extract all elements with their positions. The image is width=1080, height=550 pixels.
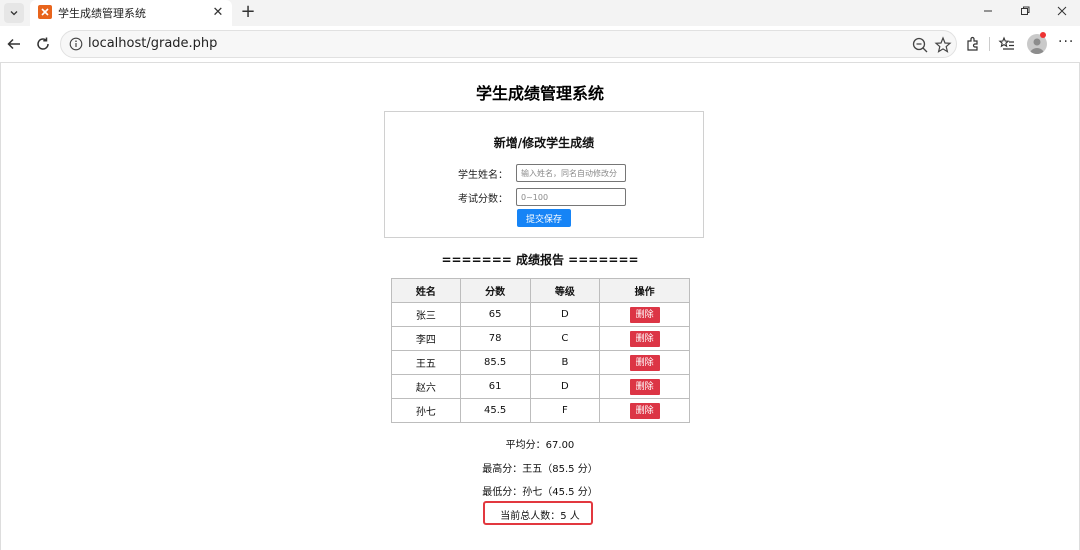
highlight-annotation (483, 501, 593, 525)
extensions-icon[interactable] (964, 35, 982, 53)
cell-action: 删除 (599, 374, 690, 399)
cell-name: 王五 (391, 350, 461, 375)
grades-table: 姓名 分数 等级 操作 张三 65 D 删除 李四 78 C 删除 王五 85.… (391, 278, 690, 423)
table-header-row: 姓名 分数 等级 操作 (391, 278, 690, 303)
table-row: 孙七 45.5 F 删除 (391, 398, 690, 423)
average-score: 平均分：67.00 (505, 440, 575, 451)
cell-grade: B (529, 350, 601, 375)
refresh-icon (37, 37, 49, 50)
cell-action: 删除 (599, 326, 690, 351)
cell-name: 孙七 (391, 398, 461, 423)
cell-name: 张三 (391, 302, 461, 327)
delete-button[interactable]: 删除 (629, 306, 660, 323)
cell-grade: D (529, 374, 601, 399)
refresh-button[interactable] (33, 34, 53, 54)
info-icon[interactable] (69, 37, 83, 51)
delete-button[interactable]: 删除 (629, 378, 660, 395)
restore-button[interactable] (1008, 0, 1042, 22)
cell-action: 删除 (599, 398, 690, 423)
page-title: 学生成绩管理系统 (475, 84, 604, 103)
toolbar-separator (989, 37, 990, 51)
header-action: 操作 (599, 278, 690, 303)
cell-score: 45.5 (459, 398, 531, 423)
cell-score: 78 (459, 326, 531, 351)
xampp-favicon-icon (38, 5, 52, 19)
browser-toolbar: localhost/grade.php ··· (0, 26, 1080, 62)
cell-action: 删除 (599, 302, 690, 327)
tab-bar: 学生成绩管理系统 ✕ + (0, 0, 1080, 26)
cell-score: 65 (459, 302, 531, 327)
minimize-icon (984, 10, 992, 12)
table-row: 李四 78 C 删除 (391, 326, 690, 351)
new-tab-icon[interactable]: + (238, 2, 258, 22)
name-label: 学生姓名： (458, 170, 508, 181)
table-row: 赵六 61 D 删除 (391, 374, 690, 399)
report-title: ======= 成绩报告 ======= (441, 253, 639, 267)
minimize-button[interactable] (971, 0, 1005, 22)
close-window-button[interactable] (1045, 0, 1079, 22)
header-score: 分数 (459, 278, 531, 303)
cell-grade: D (529, 302, 601, 327)
favorite-star-icon[interactable] (934, 36, 952, 54)
tab-close-icon[interactable]: ✕ (210, 4, 226, 20)
cell-name: 李四 (391, 326, 461, 351)
score-label: 考试分数： (458, 194, 508, 205)
restore-icon (1021, 6, 1030, 15)
cell-score: 61 (459, 374, 531, 399)
cell-score: 85.5 (459, 350, 531, 375)
header-name: 姓名 (391, 278, 461, 303)
favorites-list-icon[interactable] (998, 35, 1016, 53)
address-bar[interactable]: localhost/grade.php (60, 30, 957, 58)
cell-grade: F (529, 398, 601, 423)
header-grade: 等级 (529, 278, 601, 303)
table-row: 张三 65 D 删除 (391, 302, 690, 327)
zoom-out-icon[interactable] (911, 36, 929, 54)
delete-button[interactable]: 删除 (629, 354, 660, 371)
back-button[interactable] (4, 34, 24, 54)
close-icon (1057, 6, 1067, 16)
submit-button[interactable]: 提交保存 (517, 209, 571, 227)
chevron-down-icon (10, 11, 18, 16)
form-title: 新增/修改学生成绩 (493, 136, 595, 150)
cell-grade: C (529, 326, 601, 351)
lowest-score: 最低分：孙七（45.5 分） (482, 487, 598, 498)
score-input[interactable] (516, 188, 626, 206)
cell-name: 赵六 (391, 374, 461, 399)
url-text[interactable]: localhost/grade.php (88, 36, 217, 51)
more-menu-icon[interactable]: ··· (1058, 34, 1074, 50)
browser-tab[interactable]: 学生成绩管理系统 ✕ (30, 0, 232, 26)
table-row: 王五 85.5 B 删除 (391, 350, 690, 375)
tab-list-button[interactable] (4, 3, 24, 23)
tab-title: 学生成绩管理系统 (58, 7, 146, 20)
cell-action: 删除 (599, 350, 690, 375)
back-arrow-icon (7, 38, 20, 50)
delete-button[interactable]: 删除 (629, 402, 660, 419)
delete-button[interactable]: 删除 (629, 330, 660, 347)
highest-score: 最高分：王五（85.5 分） (482, 464, 598, 475)
notification-dot (1040, 32, 1046, 38)
student-name-input[interactable] (516, 164, 626, 182)
